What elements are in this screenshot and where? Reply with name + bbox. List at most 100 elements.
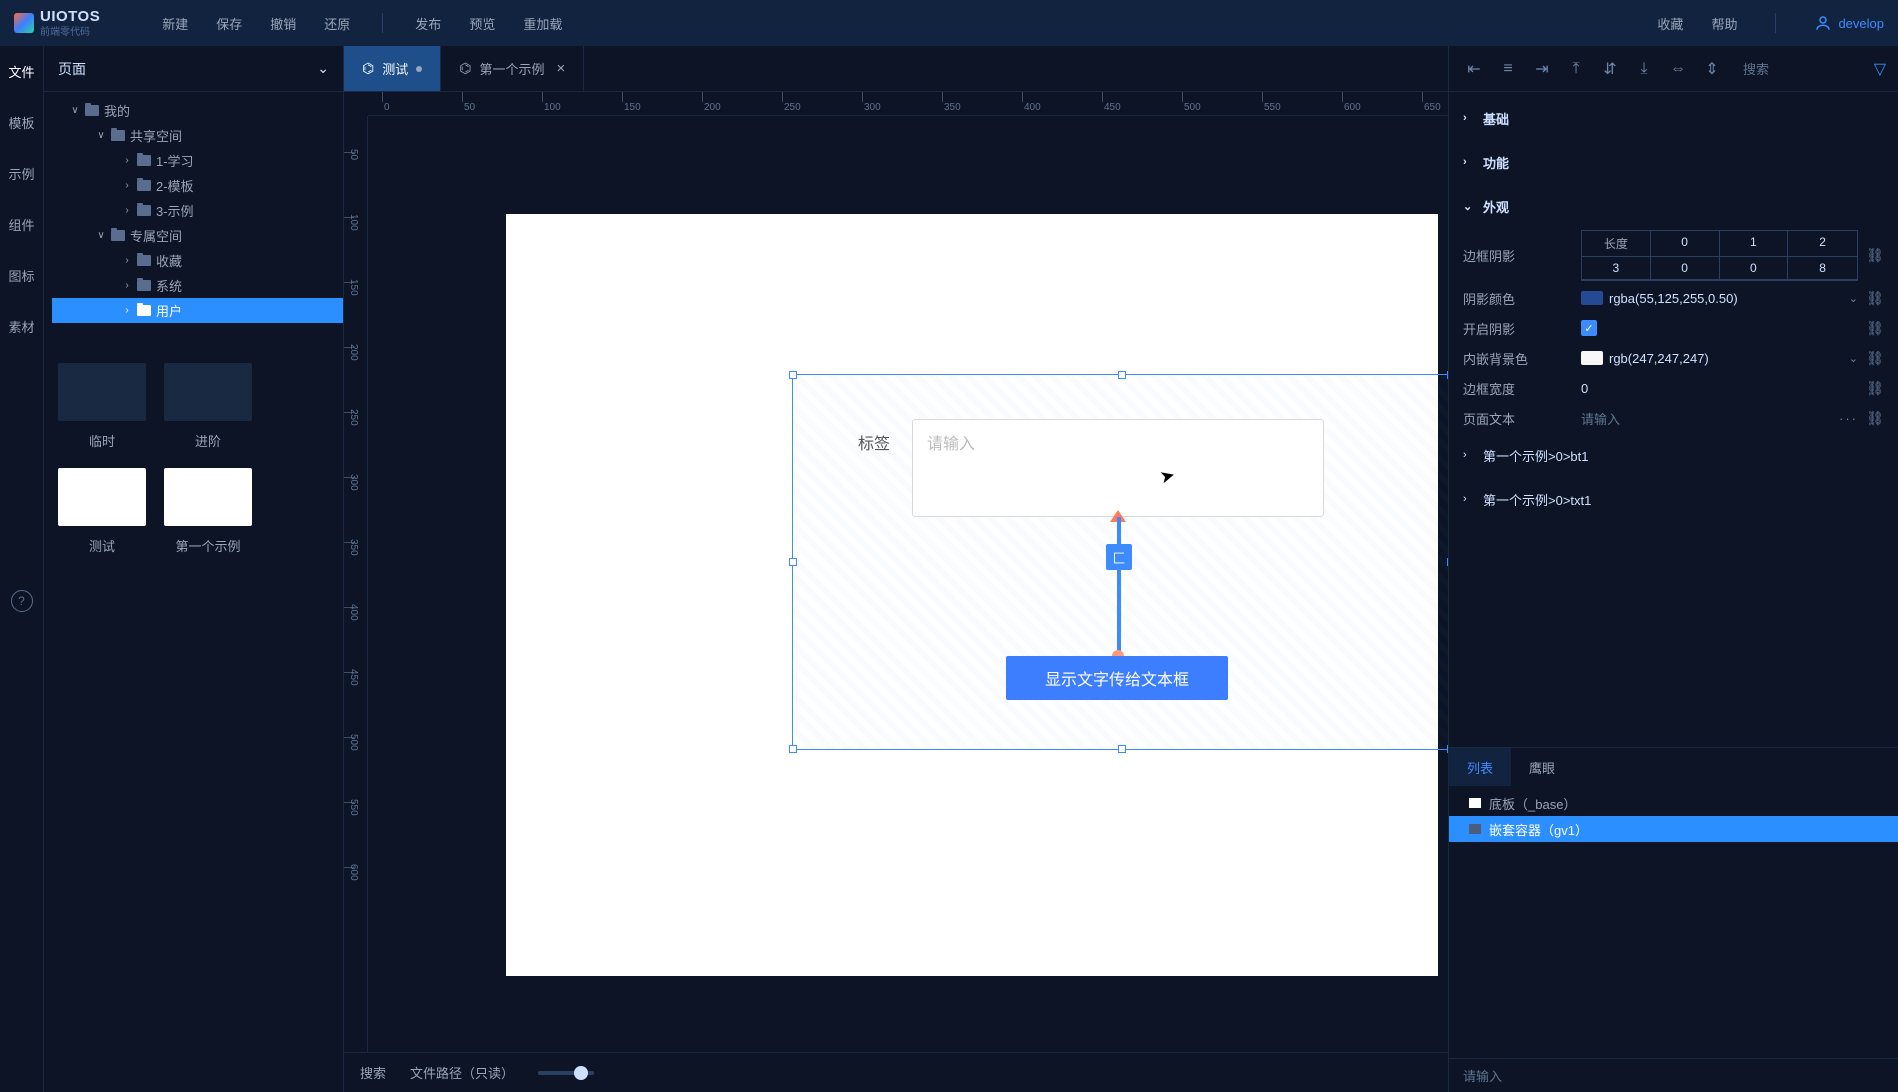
page-thumb[interactable]: 第一个示例 [164, 468, 252, 555]
folder-icon [111, 130, 125, 141]
tab-minimap[interactable]: 鹰眼 [1511, 748, 1573, 786]
resize-handle[interactable] [789, 558, 797, 566]
menu-preview[interactable]: 预览 [469, 14, 495, 33]
align-left-icon[interactable]: ⇤ [1461, 56, 1487, 82]
canvas[interactable]: 标签 请输入 匚 显示文字传给文本框 ➤ [368, 116, 1448, 1052]
menu-new[interactable]: 新建 [162, 14, 188, 33]
page-thumb[interactable]: 测试 [58, 468, 146, 555]
thumb-label: 第一个示例 [175, 536, 240, 555]
text-input[interactable]: 请输入 [912, 419, 1324, 517]
align-right-icon[interactable]: ⇥ [1529, 56, 1555, 82]
page-thumb[interactable]: 临时 [58, 363, 146, 450]
outline-item[interactable]: 嵌套容器（gv1） [1449, 816, 1898, 842]
linked-bt1[interactable]: ›第一个示例>0>bt1 [1449, 433, 1898, 477]
folder-icon [137, 280, 151, 291]
section-basic[interactable]: ›基础 [1449, 96, 1898, 140]
align-center-h-icon[interactable]: ≡ [1495, 56, 1521, 82]
property-search[interactable]: 搜索 [1743, 59, 1866, 78]
tree-row[interactable]: ›收藏 [52, 248, 343, 273]
tab-label: 第一个示例 [479, 59, 544, 78]
vnav-icon[interactable]: 图标 [8, 266, 34, 285]
tree-row[interactable]: ›系统 [52, 273, 343, 298]
user-name: develop [1838, 16, 1884, 31]
action-button[interactable]: 显示文字传给文本框 [1006, 656, 1228, 700]
filter-icon[interactable]: ▽ [1874, 59, 1886, 79]
link-icon[interactable]: ⛓ [1866, 290, 1884, 307]
tab-list[interactable]: 列表 [1449, 748, 1511, 786]
menu-save[interactable]: 保存 [216, 14, 242, 33]
connection-line[interactable] [1117, 517, 1121, 655]
help-icon[interactable]: ? [11, 590, 33, 612]
tree-row[interactable]: ›1-学习 [52, 148, 343, 173]
tree-row[interactable]: ∨我的 [52, 98, 343, 123]
text-input[interactable]: 请输入 ··· [1581, 409, 1858, 428]
link-icon[interactable]: ⛓ [1866, 247, 1884, 264]
color-picker[interactable]: rgba(55,125,255,0.50) ⌄ [1581, 291, 1858, 306]
page-tree: ∨我的∨共享空间›1-学习›2-模板›3-示例∨专属空间›收藏›系统›用户 [44, 92, 343, 335]
user-chip[interactable]: develop [1814, 14, 1884, 32]
outline-input[interactable]: 请输入 [1449, 1058, 1898, 1092]
chevron-right-icon: › [1463, 493, 1473, 505]
tree-row[interactable]: ∨专属空间 [52, 223, 343, 248]
editor-tab[interactable]: ⌬第一个示例× [441, 46, 584, 91]
link-icon[interactable]: ⛓ [1866, 350, 1884, 367]
vnav-asset[interactable]: 素材 [8, 317, 34, 336]
link-icon[interactable]: ⛓ [1866, 410, 1884, 427]
status-bar: 搜索 文件路径（只读） [344, 1052, 1448, 1092]
resize-handle[interactable] [1447, 558, 1448, 566]
chevron-down-icon[interactable]: ⌄ [1849, 352, 1858, 365]
outline-item[interactable]: 底板（_base） [1449, 790, 1898, 816]
menu-help[interactable]: 帮助 [1711, 14, 1737, 33]
row-border-shadow: 边框阴影 长度 0 1 2 3 0 0 8 ⛓ [1449, 228, 1898, 283]
vnav-file[interactable]: 文件 [8, 62, 34, 81]
vnav-component[interactable]: 组件 [8, 215, 34, 234]
resize-handle[interactable] [1118, 371, 1126, 379]
editor-tab[interactable]: ⌬测试 [344, 46, 441, 91]
menu-undo[interactable]: 撤销 [270, 14, 296, 33]
distribute-h-icon[interactable]: ⇔ [1665, 56, 1691, 82]
number-input[interactable]: 0 [1581, 381, 1858, 396]
align-center-v-icon[interactable]: ⇵ [1597, 56, 1623, 82]
color-picker[interactable]: rgb(247,247,247) ⌄ [1581, 351, 1858, 366]
chevron-down-icon[interactable]: ⌄ [317, 60, 329, 77]
menu-separator [382, 13, 383, 33]
left-vertical-nav: 文件 模板 示例 组件 图标 素材 ? [0, 46, 44, 1092]
checkbox[interactable]: ✓ [1581, 320, 1597, 336]
menu-publish[interactable]: 发布 [415, 14, 441, 33]
linked-txt1[interactable]: ›第一个示例>0>txt1 [1449, 477, 1898, 521]
folder-icon [111, 230, 125, 241]
section-appearance[interactable]: ⌄外观 [1449, 184, 1898, 228]
tree-row[interactable]: ›3-示例 [52, 198, 343, 223]
resize-handle[interactable] [1118, 745, 1126, 753]
tree-row[interactable]: ›2-模板 [52, 173, 343, 198]
menu-redo[interactable]: 还原 [324, 14, 350, 33]
app-logo: UIOTOS 前端零代码 [14, 8, 100, 38]
vnav-example[interactable]: 示例 [8, 164, 34, 183]
align-bottom-icon[interactable]: ⤓ [1631, 56, 1657, 82]
resize-handle[interactable] [1447, 371, 1448, 379]
menu-reload[interactable]: 重加载 [523, 14, 562, 33]
align-top-icon[interactable]: ⤒ [1563, 56, 1589, 82]
page-thumb[interactable]: 进阶 [164, 363, 252, 450]
section-func[interactable]: ›功能 [1449, 140, 1898, 184]
distribute-v-icon[interactable]: ⇕ [1699, 56, 1725, 82]
zoom-slider[interactable] [538, 1071, 594, 1075]
tree-row[interactable]: ›用户 [52, 298, 343, 323]
tree-label: 共享空间 [130, 126, 182, 145]
resize-handle[interactable] [1447, 745, 1448, 753]
chevron-down-icon[interactable]: ⌄ [1849, 292, 1858, 305]
tree-label: 收藏 [156, 251, 182, 270]
link-icon[interactable]: ⛓ [1866, 380, 1884, 397]
artboard[interactable]: 标签 请输入 匚 显示文字传给文本框 ➤ [506, 214, 1438, 976]
resize-handle[interactable] [789, 745, 797, 753]
status-search[interactable]: 搜索 [360, 1063, 386, 1082]
close-icon[interactable]: × [557, 60, 566, 77]
link-icon[interactable]: ⛓ [1866, 320, 1884, 337]
shadow-grid[interactable]: 长度 0 1 2 3 0 0 8 [1581, 230, 1858, 281]
connection-node[interactable]: 匚 [1106, 544, 1132, 570]
tree-row[interactable]: ∨共享空间 [52, 123, 343, 148]
vnav-template[interactable]: 模板 [8, 113, 34, 132]
resize-handle[interactable] [789, 371, 797, 379]
menu-fav[interactable]: 收藏 [1657, 14, 1683, 33]
more-icon[interactable]: ··· [1839, 411, 1858, 426]
